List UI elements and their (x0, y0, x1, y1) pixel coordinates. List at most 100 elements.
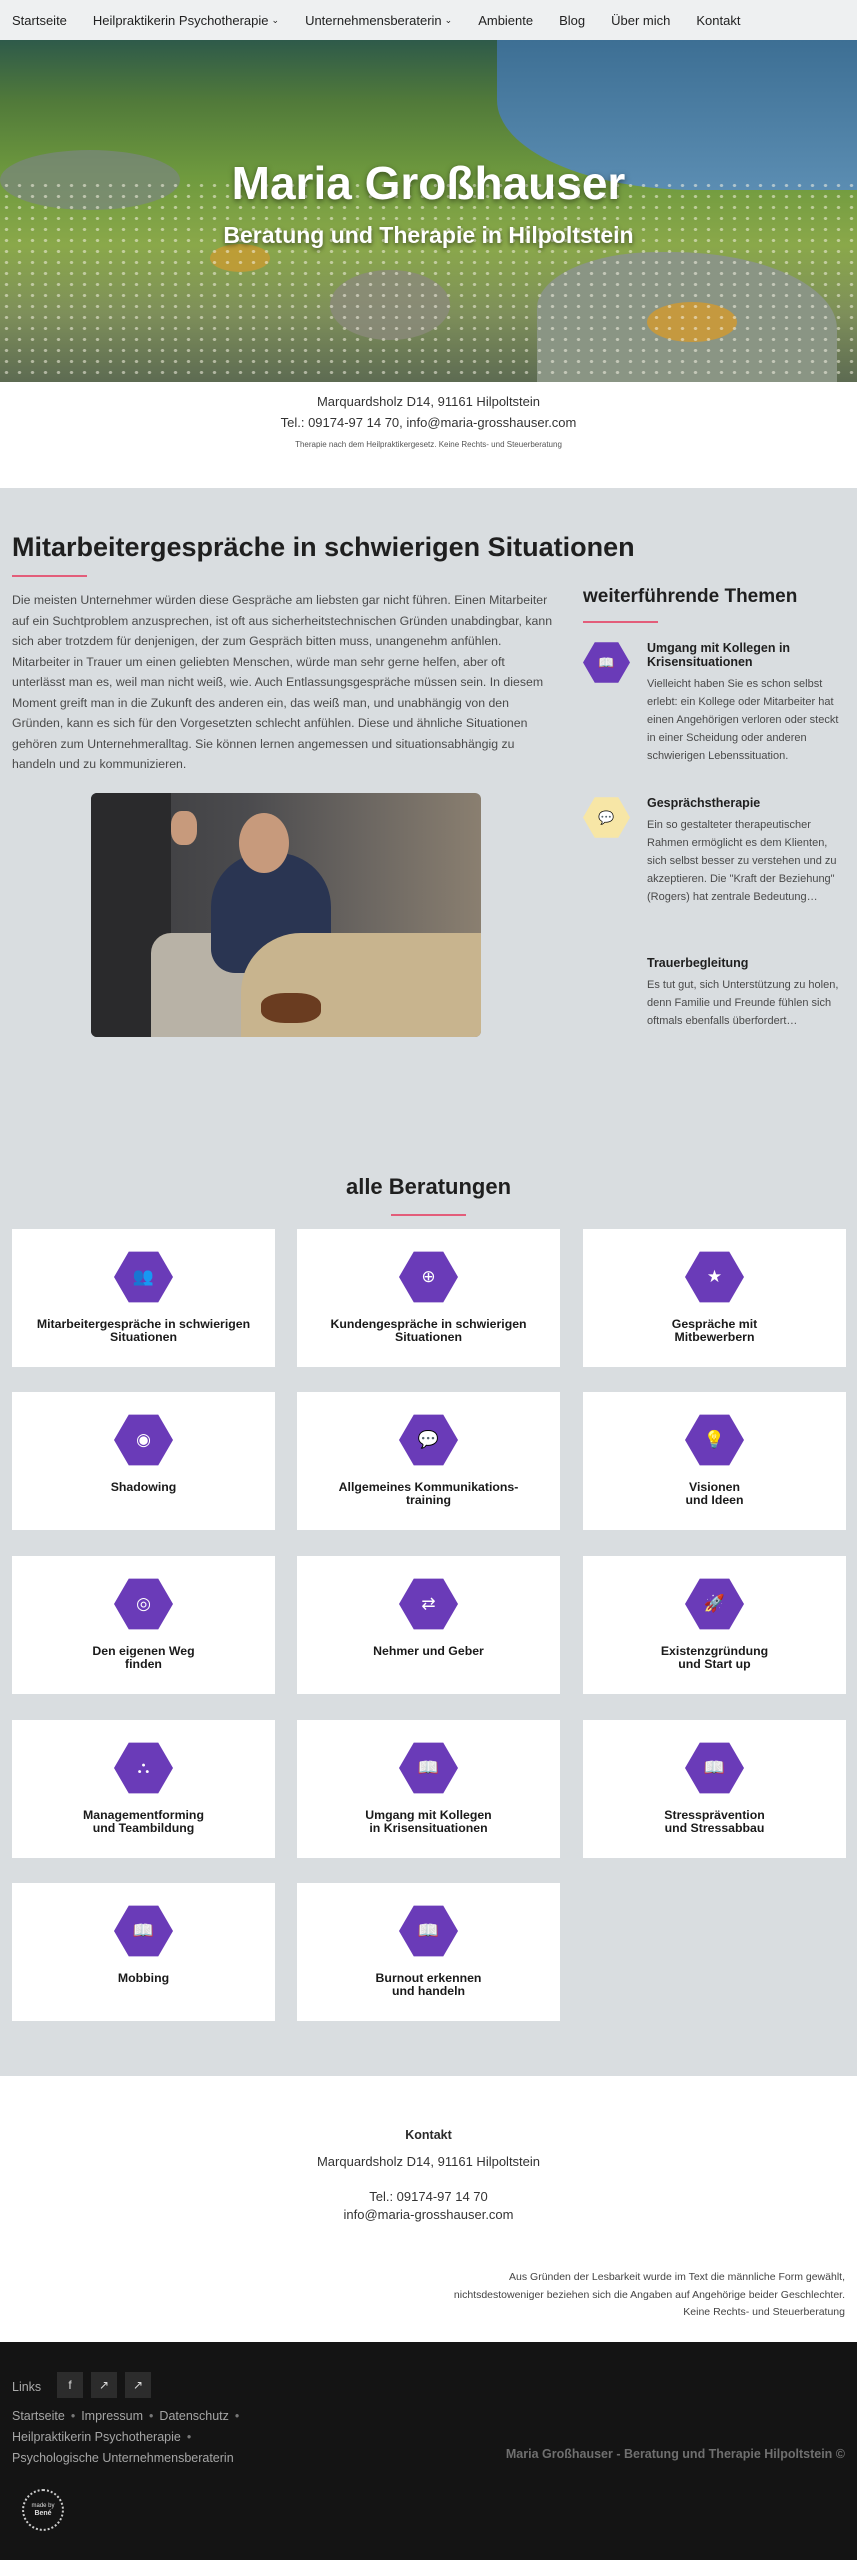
footer-nav: Startseite • Impressum • Datenschutz • Heilpr… (12, 2406, 312, 2469)
nav-heilpraktikerin[interactable]: Heilpraktikerin Psychotherapie ⌄ (93, 13, 279, 28)
counseling-photo (91, 793, 481, 1037)
compass-icon: ◎ (114, 1578, 173, 1630)
book-icon: 📖 (399, 1905, 458, 1957)
nav-ueber-mich[interactable]: Über mich (611, 13, 670, 28)
nav-startseite[interactable]: Startseite (12, 13, 67, 28)
nav-label: Blog (559, 12, 586, 28)
consulting-card[interactable]: ◉ Shadowing (12, 1392, 275, 1530)
card-label: Den eigenen Weg finden (92, 1644, 195, 1671)
footer: Links f ↗ ↗ Startseite • Impressum • Datensc… (0, 2342, 857, 2560)
gender-note: Aus Gründen der Lesbarkeit wurde im Text… (415, 2269, 845, 2322)
hero-title: Maria Großhauser (231, 157, 626, 209)
sidebar-title-underline (583, 621, 658, 623)
contact-address: Marquardsholz D14, 91161 Hilpoltstein (316, 2154, 541, 2169)
consulting-card[interactable]: ◎ Den eigenen Weg finden (12, 1556, 275, 1694)
separator: • (234, 2409, 240, 2423)
lifebuoy-icon: ⊕ (399, 1251, 458, 1303)
comments-icon: 💬 (399, 1414, 458, 1466)
chevron-down-icon: ⌄ (444, 14, 453, 25)
card-label: Managementforming und Teambildung (83, 1808, 204, 1835)
comments-icon: 💬 (583, 797, 630, 838)
nav-blog[interactable]: Blog (559, 13, 585, 28)
consulting-card[interactable]: 📖 Umgang mit Kollegen in Krisensituatione… (297, 1720, 560, 1858)
consulting-card[interactable]: 📖 Burnout erkennen und handeln (297, 1883, 560, 2021)
card-label: Gespräche mit Mitbewerbern (671, 1317, 758, 1344)
card-label: Existenzgründung und Start up (660, 1644, 769, 1671)
consulting-card[interactable]: 💡 Visionen und Ideen (583, 1392, 846, 1530)
card-label: Burnout erkennen und handeln (375, 1971, 482, 1998)
footer-link-heilpraktikerin[interactable]: Heilpraktikerin Psychotherapie (12, 2430, 181, 2444)
separator: • (149, 2409, 154, 2423)
nav-label: Unternehmensberaterin (305, 12, 442, 28)
contact-email[interactable]: info@maria-grosshauser.com (0, 2207, 857, 2222)
topic-title[interactable]: Trauerbegleitung (647, 956, 842, 970)
topic-item[interactable]: Trauerbegleitung Es tut gut, sich Unters… (583, 956, 845, 1056)
exchange-icon: ⇄ (399, 1578, 458, 1630)
nav-label: Ambiente (478, 12, 534, 28)
card-label: Allgemeines Kommunikations- training (338, 1480, 519, 1507)
topic-title[interactable]: Umgang mit Kollegen in Krisensituationen (647, 641, 842, 669)
nav-kontakt[interactable]: Kontakt (696, 13, 740, 28)
footer-link-unternehmensberaterin[interactable]: Psychologische Unternehmensberaterin (12, 2451, 234, 2465)
nav-unternehmensberaterin[interactable]: Unternehmensberaterin ⌄ (305, 13, 452, 28)
contact-address: Marquardsholz D14, 91161 Hilpoltstein (316, 394, 541, 409)
footer-link-startseite[interactable]: Startseite (12, 2409, 65, 2423)
external-link-icon[interactable]: ↗ (125, 2372, 151, 2398)
footer-link-datenschutz[interactable]: Datenschutz (159, 2409, 228, 2423)
note-line: nichtsdestoweniger beziehen sich die Ang… (453, 2288, 845, 2301)
consulting-card[interactable]: 📖 Mobbing (12, 1883, 275, 2021)
contact-phone: Tel.: 09174-97 14 70 (369, 2189, 488, 2204)
copyright: Maria Großhauser - Beratung und Therapie… (505, 2447, 845, 2461)
badge-line: Bené (34, 2510, 52, 2517)
card-label: Nehmer und Geber (373, 1644, 484, 1658)
main-text: Die meisten Unternehmer würden diese Ges… (12, 593, 553, 771)
footer-links-title: Links (12, 2380, 42, 2394)
sidebar-title: weiterführende Themen (583, 586, 798, 607)
badge-line: made by (31, 2503, 55, 2509)
card-label: Shadowing (110, 1480, 177, 1494)
hero-flowers (0, 180, 857, 380)
nav-label: Startseite (12, 12, 67, 28)
topic-title[interactable]: Gesprächstherapie (647, 796, 842, 810)
eye-icon: ◉ (114, 1414, 173, 1466)
note-line: Keine Rechts- und Steuerberatung (683, 2306, 845, 2318)
topic-item[interactable]: 📖 Umgang mit Kollegen in Krisensituation… (583, 641, 845, 781)
consulting-card[interactable]: 👥 Mitarbeitergespräche in schwierigen Sit… (12, 1229, 275, 1367)
main-content: Mitarbeitergespräche in schwierigen Situ… (0, 488, 857, 2076)
topic-text: Es tut gut, sich Unterstützung zu holen,… (647, 979, 839, 1027)
card-label: Visionen und Ideen (685, 1480, 744, 1507)
hero-banner: Maria Großhauser Beratung und Therapie i… (0, 40, 857, 382)
separator: • (186, 2430, 192, 2444)
consulting-card[interactable]: ★ Gespräche mit Mitbewerbern (583, 1229, 846, 1367)
section-title-underline (391, 1214, 466, 1216)
sitemap-icon: ⛬ (114, 1742, 173, 1794)
consulting-card[interactable]: ⊕ Kundengespräche in schwierigen Situatio… (297, 1229, 560, 1367)
contact-phone-email: Tel.: 09174-97 14 70, info@maria-grossha… (280, 415, 577, 430)
facebook-icon[interactable]: f (57, 2372, 83, 2398)
made-by-badge[interactable]: made by Bené (22, 2489, 64, 2531)
photo-head (239, 813, 289, 873)
card-label: Umgang mit Kollegen in Krisensituationen (365, 1808, 492, 1835)
topic-item[interactable]: 💬 Gesprächstherapie Ein so gestalteter t… (583, 796, 845, 936)
nav-ambiente[interactable]: Ambiente (478, 13, 533, 28)
top-navigation: Startseite Heilpraktikerin Psychotherapi… (0, 0, 857, 40)
nav-label: Über mich (611, 12, 671, 28)
card-label: Stressprävention und Stressabbau (664, 1808, 765, 1835)
lightbulb-icon: 💡 (685, 1414, 744, 1466)
consulting-card[interactable]: 💬 Allgemeines Kommunikations- training (297, 1392, 560, 1530)
card-label: Mitarbeitergespräche in schwierigen Situ… (36, 1317, 251, 1344)
consulting-card[interactable]: 📖 Stressprävention und Stressabbau (583, 1720, 846, 1858)
page-title: Mitarbeitergespräche in schwierigen Situ… (12, 532, 635, 562)
footer-link-impressum[interactable]: Impressum (81, 2409, 143, 2423)
photo-hand (171, 811, 197, 845)
card-label: Kundengespräche in schwierigen Situation… (330, 1317, 527, 1344)
book-icon: 📖 (399, 1742, 458, 1794)
external-link-icon[interactable]: ↗ (91, 2372, 117, 2398)
nav-label: Heilpraktikerin Psychotherapie (92, 12, 269, 28)
users-icon: 👥 (114, 1251, 173, 1303)
consulting-card[interactable]: ⇄ Nehmer und Geber (297, 1556, 560, 1694)
consulting-card[interactable]: ⛬ Managementforming und Teambildung (12, 1720, 275, 1858)
book-icon: 📖 (583, 642, 630, 683)
consulting-card[interactable]: 🚀 Existenzgründung und Start up (583, 1556, 846, 1694)
chevron-down-icon: ⌄ (271, 14, 280, 25)
